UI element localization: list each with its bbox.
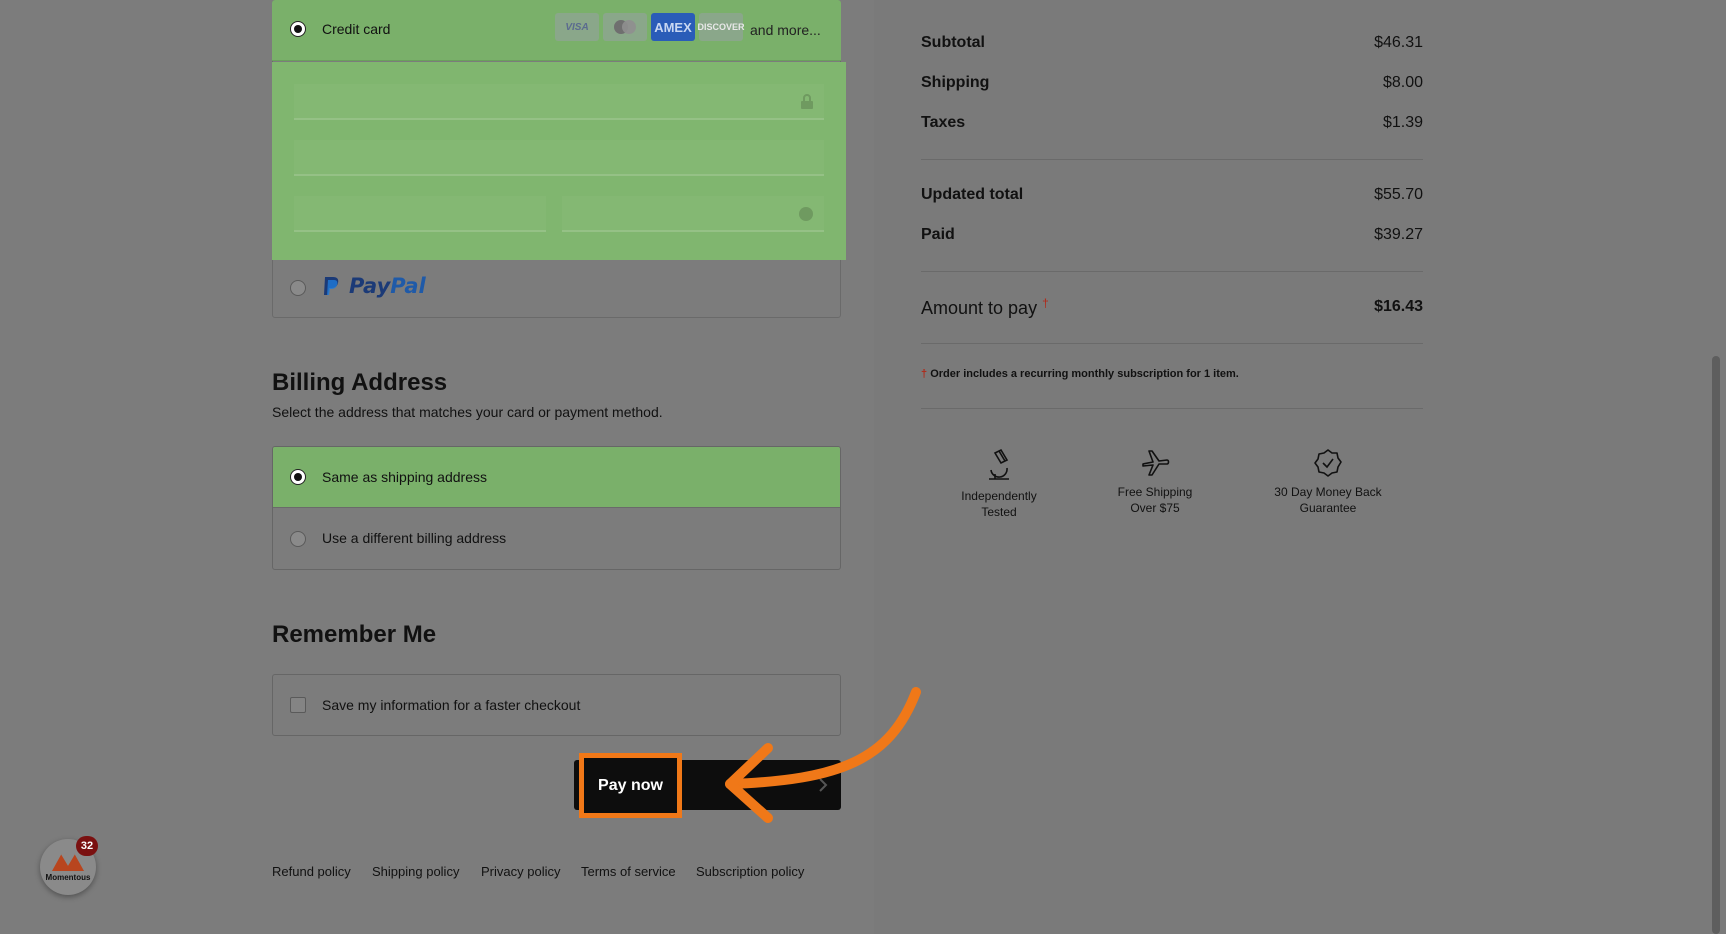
- subscription-note: † Order includes a recurring monthly sub…: [921, 368, 1239, 380]
- note-dagger: †: [921, 368, 928, 380]
- pay-now-button[interactable]: Pay now: [579, 753, 682, 818]
- free-shipping-badge: Free Shipping Over $75: [1085, 448, 1225, 516]
- taxes-label: Taxes: [921, 114, 966, 131]
- amount-to-pay-text: Amount to pay: [921, 298, 1038, 318]
- refund-policy-link[interactable]: Refund policy: [272, 864, 351, 879]
- updated-total-value: $55.70: [1374, 186, 1423, 203]
- shipping-line-1: Free Shipping: [1117, 485, 1193, 499]
- credit-card-label: Credit card: [322, 21, 391, 37]
- shipping-line-2: Over $75: [1130, 501, 1180, 515]
- summary-divider: [921, 271, 1423, 272]
- card-logos: VISA AMEX DISCOVER: [555, 13, 745, 41]
- paypal-radio[interactable]: [290, 280, 306, 296]
- summary-divider: [921, 159, 1423, 160]
- amount-to-pay-label: Amount to pay †: [921, 296, 1049, 319]
- shipping-value: $8.00: [1382, 74, 1423, 91]
- different-billing-label[interactable]: Use a different billing address: [322, 530, 506, 546]
- card-more-label: and more...: [750, 22, 821, 38]
- billing-options-box: [272, 446, 841, 570]
- airplane-icon: [1142, 450, 1170, 476]
- card-cvv-field[interactable]: [562, 196, 824, 232]
- check-badge-icon: [1314, 449, 1342, 477]
- mastercard-icon: [603, 13, 647, 41]
- paypal-icon: [324, 277, 339, 295]
- badge-brand-name: Momentous: [45, 873, 91, 882]
- amount-to-pay-value: $16.43: [1374, 298, 1423, 315]
- paid-value: $39.27: [1374, 226, 1423, 243]
- visa-icon: VISA: [555, 13, 599, 41]
- taxes-value: $1.39: [1382, 114, 1423, 131]
- subtotal-label: Subtotal: [921, 34, 985, 51]
- lock-icon: [801, 94, 813, 109]
- summary-divider: [921, 408, 1423, 409]
- save-info-label[interactable]: Save my information for a faster checkou…: [322, 697, 580, 713]
- summary-divider: [921, 343, 1423, 344]
- billing-title: Billing Address: [272, 369, 448, 396]
- updated-total-label: Updated total: [921, 186, 1024, 203]
- guarantee-line-2: Guarantee: [1299, 501, 1357, 515]
- page-scrollbar[interactable]: [1712, 356, 1720, 934]
- microscope-icon: [989, 448, 1009, 480]
- paypal-pay: Pay: [349, 274, 391, 298]
- paid-label: Paid: [921, 226, 955, 243]
- guarantee-line-1: 30 Day Money Back: [1274, 485, 1382, 499]
- card-expiry-field[interactable]: [294, 196, 546, 232]
- help-icon: [799, 207, 813, 221]
- discover-icon: DISCOVER: [698, 13, 745, 41]
- credit-card-radio[interactable]: [290, 21, 306, 37]
- amount-dagger: †: [1042, 296, 1049, 310]
- subscription-policy-link[interactable]: Subscription policy: [696, 864, 804, 879]
- same-as-shipping-radio[interactable]: [290, 469, 306, 485]
- badge-count: 32: [76, 836, 98, 856]
- tested-line-2: Tested: [981, 505, 1017, 519]
- card-number-field[interactable]: [294, 84, 824, 120]
- paypal-pal: Pal: [390, 274, 426, 298]
- independently-tested-badge: Independently Tested: [929, 448, 1069, 520]
- same-as-shipping-label: Same as shipping address: [322, 469, 487, 485]
- shipping-label: Shipping: [921, 74, 990, 91]
- card-name-field[interactable]: [294, 140, 824, 176]
- save-info-checkbox[interactable]: [290, 697, 306, 713]
- privacy-policy-link[interactable]: Privacy policy: [481, 864, 560, 879]
- subtotal-value: $46.31: [1374, 34, 1423, 51]
- paypal-wordmark: PayPal: [349, 274, 426, 298]
- different-billing-radio[interactable]: [290, 531, 306, 547]
- note-text: Order includes a recurring monthly subsc…: [930, 368, 1239, 380]
- remember-title: Remember Me: [272, 621, 437, 648]
- amex-icon: AMEX: [651, 13, 695, 41]
- billing-subtitle: Select the address that matches your car…: [272, 404, 663, 420]
- terms-of-service-link[interactable]: Terms of service: [581, 864, 676, 879]
- money-back-badge: 30 Day Money Back Guarantee: [1258, 448, 1398, 516]
- shipping-policy-link[interactable]: Shipping policy: [372, 864, 459, 879]
- tested-line-1: Independently: [961, 489, 1037, 503]
- credit-card-fields: [272, 62, 846, 260]
- annotation-arrow-icon: [725, 687, 921, 823]
